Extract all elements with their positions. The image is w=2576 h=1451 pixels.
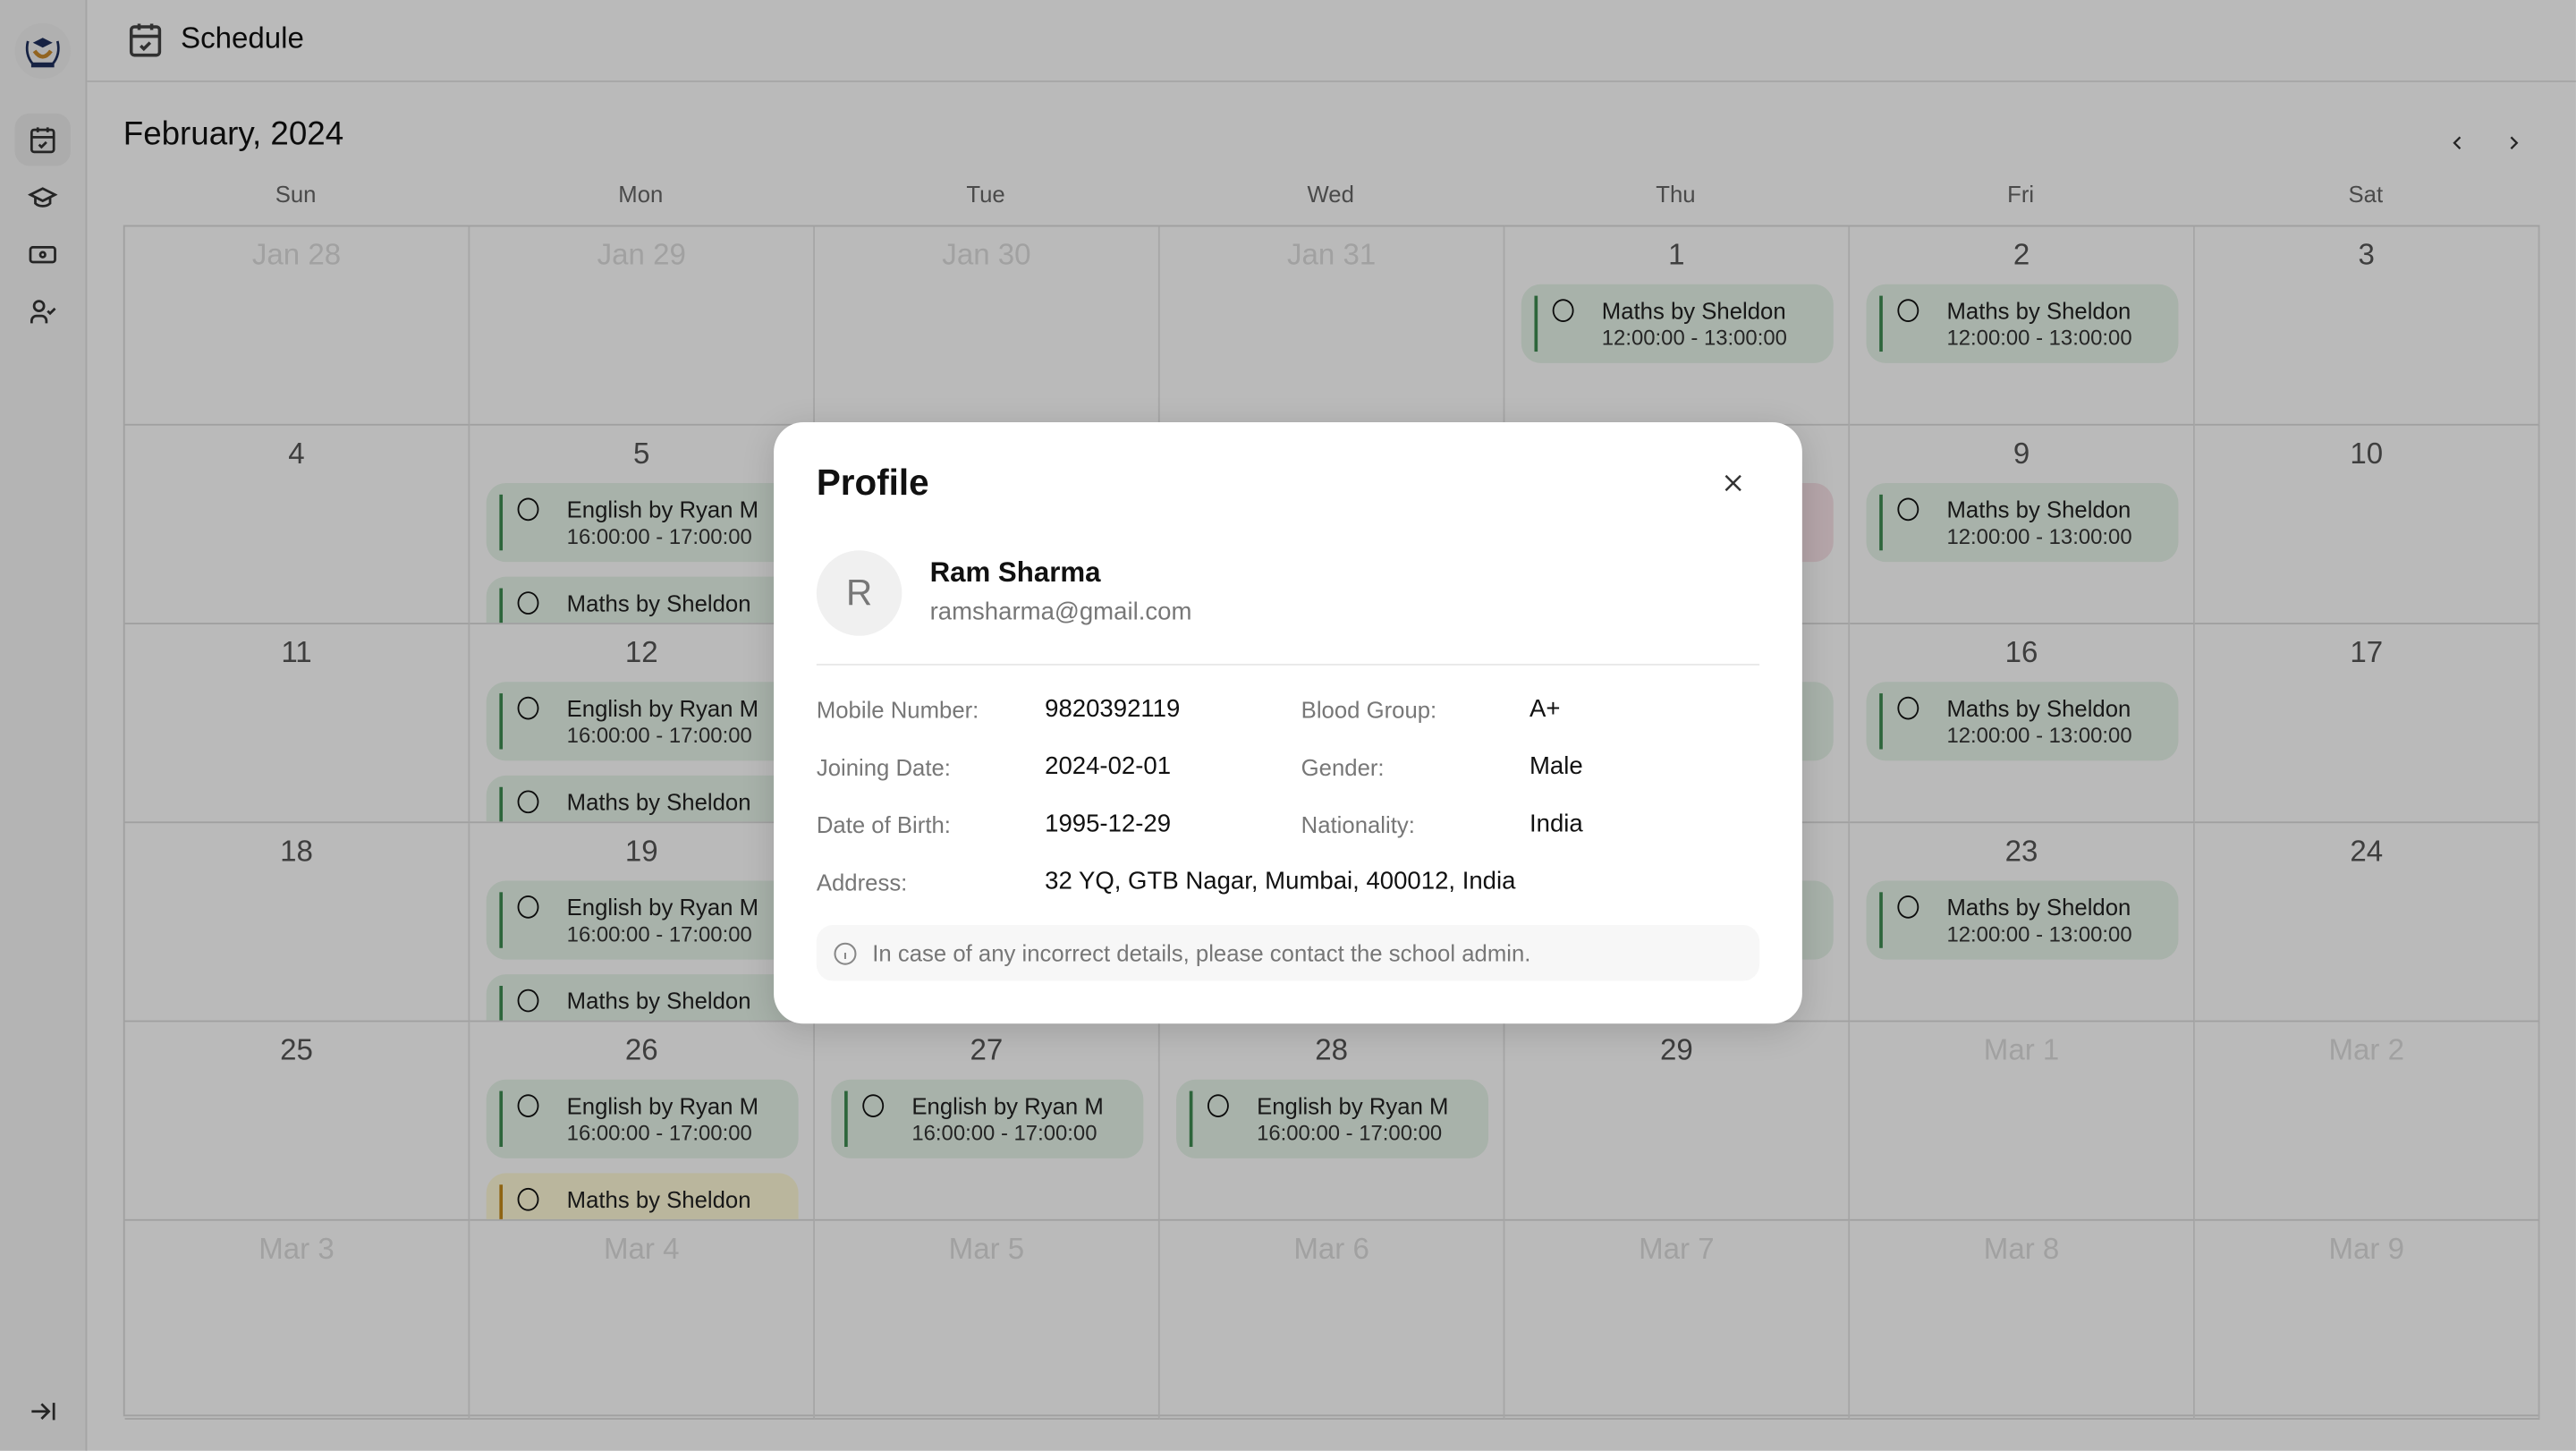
blood-group-value: A+: [1529, 694, 1561, 724]
nationality-value: India: [1529, 810, 1583, 838]
joining-date-label: Joining Date:: [816, 754, 951, 781]
divider: [816, 664, 1760, 666]
dob-label: Date of Birth:: [816, 811, 951, 838]
profile-modal: Profile R Ram Sharma ramsharma@gmail.com…: [774, 422, 1802, 1024]
address-value: 32 YQ, GTB Nagar, Mumbai, 400012, India: [1045, 867, 1516, 896]
gender-value: Male: [1529, 752, 1583, 781]
profile-name: Ram Sharma: [929, 556, 1101, 589]
mobile-value: 9820392119: [1045, 694, 1181, 724]
blood-group-label: Blood Group:: [1301, 696, 1437, 724]
info-note: In case of any incorrect details, please…: [816, 925, 1760, 981]
modal-title: Profile: [816, 462, 929, 504]
info-note-text: In case of any incorrect details, please…: [872, 939, 1531, 966]
info-icon: [834, 942, 857, 965]
address-label: Address:: [816, 869, 908, 896]
joining-date-value: 2024-02-01: [1045, 752, 1172, 781]
nationality-label: Nationality:: [1301, 811, 1415, 838]
dob-value: 1995-12-29: [1045, 810, 1172, 838]
profile-email: ramsharma@gmail.com: [929, 598, 1192, 626]
gender-label: Gender:: [1301, 754, 1385, 781]
avatar: R: [816, 550, 902, 636]
close-icon[interactable]: [1718, 468, 1748, 497]
mobile-label: Mobile Number:: [816, 696, 979, 724]
